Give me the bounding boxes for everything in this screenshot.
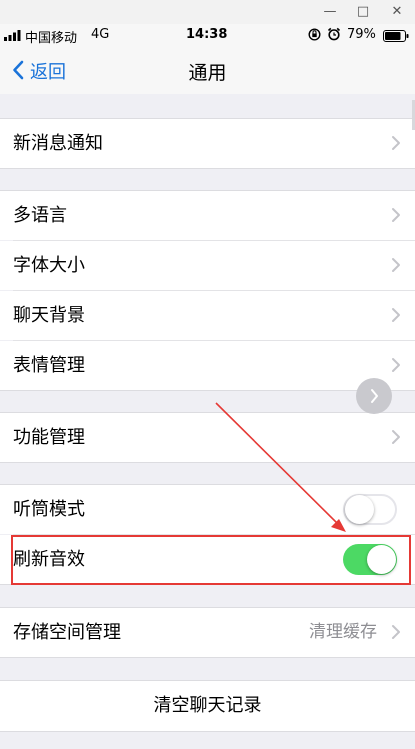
row-sticker-management[interactable]: 表情管理 — [0, 341, 415, 390]
status-bar: 中国移动 4G 14:38 79% — [0, 24, 415, 46]
maximize-button[interactable]: □ — [349, 2, 377, 22]
row-earpiece-mode: 听筒模式 — [0, 485, 415, 534]
floating-assist-button[interactable] — [356, 378, 392, 414]
row-label: 字体大小 — [13, 255, 85, 276]
earpiece-mode-toggle[interactable] — [343, 494, 397, 525]
chevron-right-icon — [391, 429, 401, 449]
row-chat-background[interactable]: 聊天背景 — [0, 291, 415, 340]
battery-percent: 79% — [347, 27, 376, 42]
section-divider — [0, 731, 415, 732]
close-button[interactable]: ✕ — [383, 2, 411, 22]
row-notifications[interactable]: 新消息通知 — [0, 119, 415, 168]
chevron-right-icon — [391, 624, 401, 644]
row-language[interactable]: 多语言 — [0, 191, 415, 240]
row-feature-management[interactable]: 功能管理 — [0, 413, 415, 462]
section-divider — [0, 168, 415, 169]
alarm-icon — [327, 27, 341, 45]
clock: 14:38 — [186, 27, 228, 42]
clear-chat-history-label: 清空聊天记录 — [153, 695, 262, 716]
highlight-box — [11, 535, 411, 585]
chevron-right-icon — [391, 135, 401, 155]
chevron-right-icon — [391, 257, 401, 277]
chevron-right-icon — [391, 357, 401, 377]
chevron-right-icon — [391, 307, 401, 327]
navigation-bar: 返回 通用 — [0, 46, 415, 94]
row-label: 新消息通知 — [13, 133, 103, 154]
row-label: 表情管理 — [13, 355, 85, 376]
chevron-right-icon — [370, 388, 379, 408]
toggle-knob — [345, 495, 374, 524]
network-label: 4G — [91, 27, 110, 42]
row-label: 存储空间管理 — [13, 622, 121, 643]
section-divider — [0, 657, 415, 658]
rotation-lock-icon — [308, 28, 321, 45]
page-title: 通用 — [188, 62, 227, 84]
chevron-right-icon — [391, 207, 401, 227]
row-label: 功能管理 — [13, 427, 85, 448]
signal-icon — [4, 29, 22, 41]
window-titlebar: — □ ✕ — [0, 0, 415, 24]
section-divider — [0, 462, 415, 463]
section-divider — [0, 390, 415, 391]
row-font-size[interactable]: 字体大小 — [0, 241, 415, 290]
clear-chat-history-button[interactable]: 清空聊天记录 — [0, 681, 415, 731]
row-storage-management[interactable]: 存储空间管理 清理缓存 — [0, 608, 415, 657]
storage-value: 清理缓存 — [309, 622, 377, 642]
battery-icon — [383, 30, 409, 46]
row-label: 听筒模式 — [13, 499, 85, 520]
carrier-label: 中国移动 — [25, 31, 78, 46]
row-label: 聊天背景 — [13, 305, 85, 326]
row-label: 多语言 — [13, 205, 67, 226]
minimize-button[interactable]: — — [316, 2, 344, 22]
